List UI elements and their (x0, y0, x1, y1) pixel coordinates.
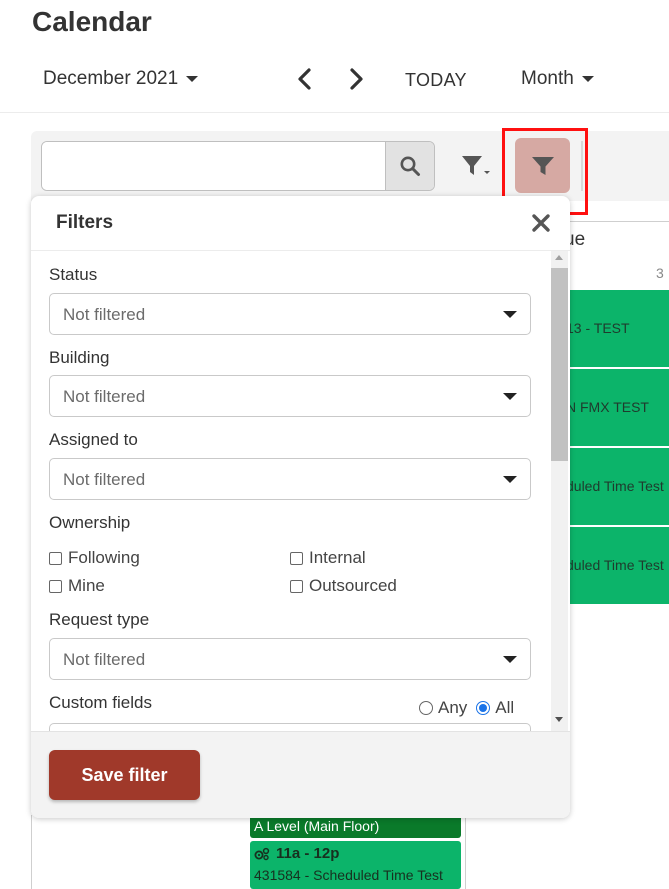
event-location[interactable]: A Level (Main Floor) (250, 815, 461, 838)
close-icon (532, 214, 550, 232)
checkbox-label: Following (68, 548, 140, 567)
checkbox-box[interactable] (290, 551, 303, 565)
checkbox-label: Outsourced (309, 576, 397, 595)
caret-down-icon (503, 656, 517, 663)
nav-divider (0, 112, 669, 113)
calendar-day-number: 3 (656, 265, 664, 281)
search-box (41, 141, 435, 191)
event-time: 11a - 12p (276, 845, 340, 862)
radio-label: All (495, 698, 515, 717)
chevron-down-icon (186, 76, 199, 82)
event-text: duled Time Test (566, 557, 664, 573)
ownership-label: Ownership (49, 513, 131, 532)
building-select-value: Not filtered (63, 387, 146, 406)
month-label: December 2021 (43, 68, 179, 89)
status-select-value: Not filtered (63, 305, 146, 324)
scroll-thumb[interactable] (551, 268, 568, 461)
calendar-nav: December 2021 TODAY Month (0, 60, 669, 100)
search-icon (400, 156, 420, 176)
custom-fields-label: Custom fields (49, 693, 152, 712)
next-month-button[interactable] (345, 66, 367, 92)
radio-circle[interactable] (419, 701, 433, 715)
custom-fields-match-group: Any All (419, 698, 514, 718)
event-time-row: 11a - 12p (254, 845, 457, 862)
radio-label: Any (438, 698, 468, 717)
ownership-internal-checkbox[interactable]: Internal (290, 548, 366, 568)
event-text: duled Time Test (566, 478, 664, 494)
scroll-down-icon[interactable] (555, 717, 563, 722)
view-picker[interactable]: Month (521, 68, 594, 90)
checkbox-box[interactable] (49, 579, 62, 593)
ownership-following-checkbox[interactable]: Following (49, 548, 140, 568)
search-button[interactable] (385, 142, 434, 190)
close-button[interactable] (531, 213, 551, 233)
calendar-grid-line (31, 815, 32, 889)
calendar-grid-line (465, 815, 466, 889)
page-title: Calendar (32, 6, 152, 37)
panel-scrollbar[interactable] (551, 251, 568, 731)
calendar-event[interactable]: 11a - 12p 431584 - Scheduled Time Test (250, 841, 461, 889)
today-button[interactable]: TODAY (405, 70, 467, 91)
calendar-event[interactable]: N FMX TEST (566, 369, 669, 446)
checkbox-label: Mine (68, 576, 105, 595)
checkbox-box[interactable] (49, 551, 62, 565)
calendar-header-line (566, 221, 669, 222)
status-select[interactable]: Not filtered (49, 293, 531, 335)
calendar-event[interactable]: 13 - TEST (566, 290, 669, 367)
calendar-event[interactable]: duled Time Test (566, 448, 669, 525)
month-picker[interactable]: December 2021 (43, 68, 199, 90)
previous-month-button[interactable] (294, 66, 316, 92)
chevron-down-icon (581, 76, 594, 82)
assigned-to-select-value: Not filtered (63, 470, 146, 489)
filters-panel-title: Filters (56, 212, 114, 233)
chevron-left-icon (298, 68, 311, 90)
filters-panel: Filters Status Not filtered Building Not… (31, 196, 570, 818)
checkbox-label: Internal (309, 548, 366, 567)
request-type-label: Request type (49, 610, 150, 629)
filter-menu-button[interactable] (459, 151, 493, 181)
search-input[interactable] (42, 142, 386, 190)
caret-down-icon (503, 393, 517, 400)
radio-circle-selected[interactable] (476, 701, 491, 715)
ownership-mine-checkbox[interactable]: Mine (49, 576, 105, 596)
building-select[interactable]: Not filtered (49, 375, 531, 417)
custom-fields-select[interactable] (49, 723, 531, 731)
filters-panel-body: Status Not filtered Building Not filtere… (31, 251, 570, 731)
save-filter-button[interactable]: Save filter (49, 750, 200, 800)
event-title: 431584 - Scheduled Time Test (254, 867, 443, 883)
calendar-event[interactable]: duled Time Test (566, 527, 669, 604)
match-any-radio[interactable]: Any (419, 698, 467, 718)
status-label: Status (49, 265, 98, 284)
request-type-select-value: Not filtered (63, 650, 146, 669)
match-all-radio[interactable]: All (476, 698, 514, 718)
view-label: Month (521, 68, 574, 89)
scroll-up-icon[interactable] (555, 255, 563, 260)
ownership-outsourced-checkbox[interactable]: Outsourced (290, 576, 397, 596)
filter-dropdown-icon (462, 156, 490, 175)
event-text: N FMX TEST (566, 399, 649, 415)
caret-down-icon (503, 476, 517, 483)
building-label: Building (49, 348, 110, 367)
caret-down-icon (503, 311, 517, 318)
event-text: 13 - TEST (566, 320, 630, 336)
assigned-to-label: Assigned to (49, 430, 138, 449)
filters-panel-footer: Save filter (31, 731, 570, 818)
gears-icon (254, 847, 270, 860)
chevron-right-icon (350, 68, 363, 90)
assigned-to-select[interactable]: Not filtered (49, 458, 531, 500)
request-type-select[interactable]: Not filtered (49, 638, 531, 680)
checkbox-box[interactable] (290, 579, 303, 593)
